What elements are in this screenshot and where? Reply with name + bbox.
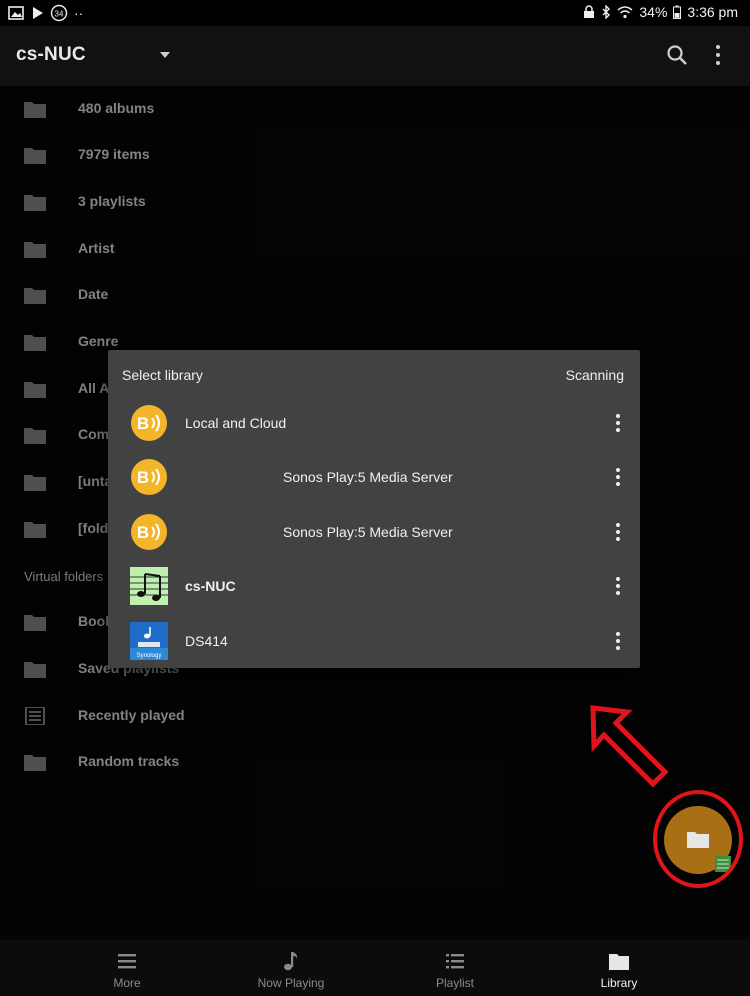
library-option[interactable]: B Local and Cloud — [108, 397, 640, 451]
library-option-label: cs-NUC — [185, 578, 236, 594]
battery-percent: 34% — [639, 4, 668, 20]
music-note-icon — [130, 567, 168, 605]
more-options-icon[interactable] — [612, 413, 624, 433]
folder-icon — [609, 954, 629, 970]
bubbleupnp-icon: B — [131, 459, 167, 495]
library-option-label: DS414 — [185, 633, 228, 649]
library-option-label: Sonos Play:5 Media Server — [283, 469, 453, 485]
bottom-navigation: More Now Playing Playlist Library — [0, 940, 750, 996]
playlist-icon — [446, 954, 464, 969]
scanning-status: Scanning — [565, 367, 624, 383]
nav-playlist-label: Playlist — [435, 976, 474, 990]
lock-icon — [584, 5, 595, 18]
bubbleupnp-icon: B — [131, 514, 167, 550]
gallery-icon — [8, 6, 24, 20]
battery-icon — [673, 5, 682, 19]
clock: 3:36 pm — [687, 4, 738, 20]
overflow-menu-icon[interactable] — [708, 44, 728, 66]
library-option[interactable]: B Sonos Play:5 Media Server — [108, 451, 640, 505]
more-options-icon[interactable] — [612, 467, 624, 487]
nav-playlist[interactable]: Playlist — [395, 950, 515, 990]
more-options-icon[interactable] — [612, 576, 624, 596]
svg-text:B: B — [137, 414, 149, 433]
bubbleupnp-icon: B — [131, 405, 167, 441]
bluetooth-icon — [602, 5, 611, 19]
dialog-title: Select library — [122, 367, 203, 383]
nav-more-label: More — [113, 976, 141, 990]
more-options-icon[interactable] — [612, 522, 624, 542]
highlight-ring — [653, 790, 743, 888]
svg-text:B: B — [137, 468, 149, 487]
annotation-arrow-icon — [590, 705, 669, 788]
notification-badge-icon: 34 — [50, 4, 68, 22]
library-option[interactable]: cs-NUC — [108, 560, 640, 614]
wifi-icon — [617, 6, 633, 19]
play-icon — [33, 7, 43, 19]
svg-text:34: 34 — [55, 10, 64, 19]
more-options-icon[interactable] — [612, 631, 624, 651]
search-icon[interactable] — [666, 44, 688, 66]
status-bar: 34 ·· 34% 3:36 pm — [0, 0, 750, 26]
synology-logo-text: Synology — [137, 653, 162, 659]
nav-more[interactable]: More — [67, 950, 187, 990]
nav-now-playing-label: Now Playing — [257, 976, 325, 990]
library-option[interactable]: Synology DS414 — [108, 615, 640, 669]
nav-library-label: Library — [600, 976, 638, 990]
nav-library[interactable]: Library — [559, 950, 679, 990]
nav-now-playing[interactable]: Now Playing — [231, 950, 351, 990]
library-dropdown-icon[interactable] — [160, 52, 170, 58]
menu-icon — [118, 954, 136, 969]
svg-text:B: B — [137, 523, 149, 542]
library-option-label: Sonos Play:5 Media Server — [283, 524, 453, 540]
music-note-icon — [284, 952, 297, 971]
synology-icon: Synology — [130, 622, 168, 660]
more-notifications-icon: ·· — [74, 5, 84, 21]
library-option[interactable]: B Sonos Play:5 Media Server — [108, 506, 640, 560]
library-title[interactable]: cs-NUC — [16, 44, 86, 66]
library-option-label: Local and Cloud — [185, 415, 287, 431]
select-library-dialog: Select library Scanning B Local and Clou… — [108, 350, 640, 668]
app-bar: cs-NUC — [0, 26, 750, 86]
